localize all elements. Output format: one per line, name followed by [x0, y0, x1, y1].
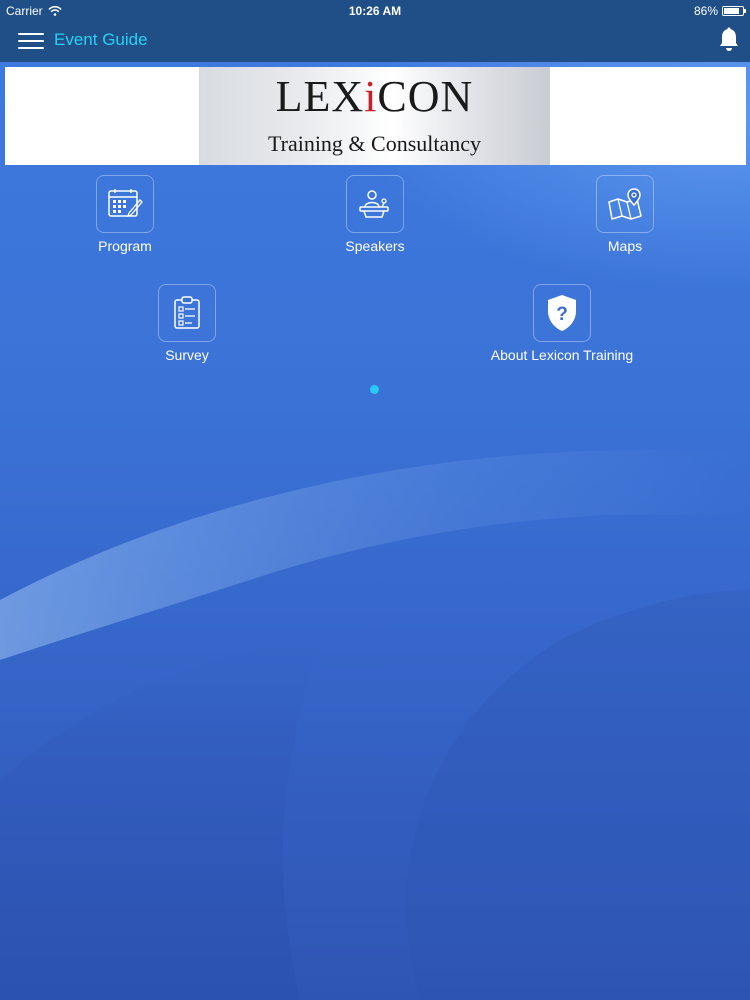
tile-about[interactable]: ? About Lexicon Training [477, 284, 647, 363]
status-time: 10:26 AM [348, 4, 402, 18]
hamburger-menu-icon[interactable] [18, 30, 44, 52]
tile-survey[interactable]: Survey [102, 284, 272, 363]
calendar-icon [96, 175, 154, 233]
shield-question-icon: ? [533, 284, 591, 342]
battery-percent: 86% [693, 4, 718, 18]
tile-label: Maps [607, 238, 643, 254]
logo-wordmark: LEXiCON [275, 72, 474, 121]
navbar: Event Guide [0, 22, 750, 62]
page-title: Event Guide [54, 30, 148, 49]
tile-speakers[interactable]: Speakers [290, 175, 460, 254]
status-bar: Carrier 10:26 AM 86% [0, 0, 750, 22]
clipboard-checklist-icon [158, 284, 216, 342]
tile-maps[interactable]: Maps [540, 175, 710, 254]
bell-icon[interactable] [718, 27, 740, 53]
tile-label: Survey [165, 347, 209, 363]
map-pin-icon [596, 175, 654, 233]
tile-label: Speakers [345, 238, 405, 254]
tile-program[interactable]: Program [40, 175, 210, 254]
tile-label: About Lexicon Training [490, 347, 634, 363]
battery-icon [722, 6, 746, 16]
tile-label: Program [98, 238, 152, 254]
battery-fill [724, 8, 740, 14]
page-indicator-dot [370, 385, 379, 394]
svg-text:?: ? [556, 304, 568, 325]
lexicon-logo: LEXiCON Training & Consultancy [199, 67, 550, 165]
event-banner: LEXiCON Training & Consultancy [5, 67, 746, 165]
logo-tagline: Training & Consultancy [267, 131, 482, 156]
speaker-podium-icon [346, 175, 404, 233]
